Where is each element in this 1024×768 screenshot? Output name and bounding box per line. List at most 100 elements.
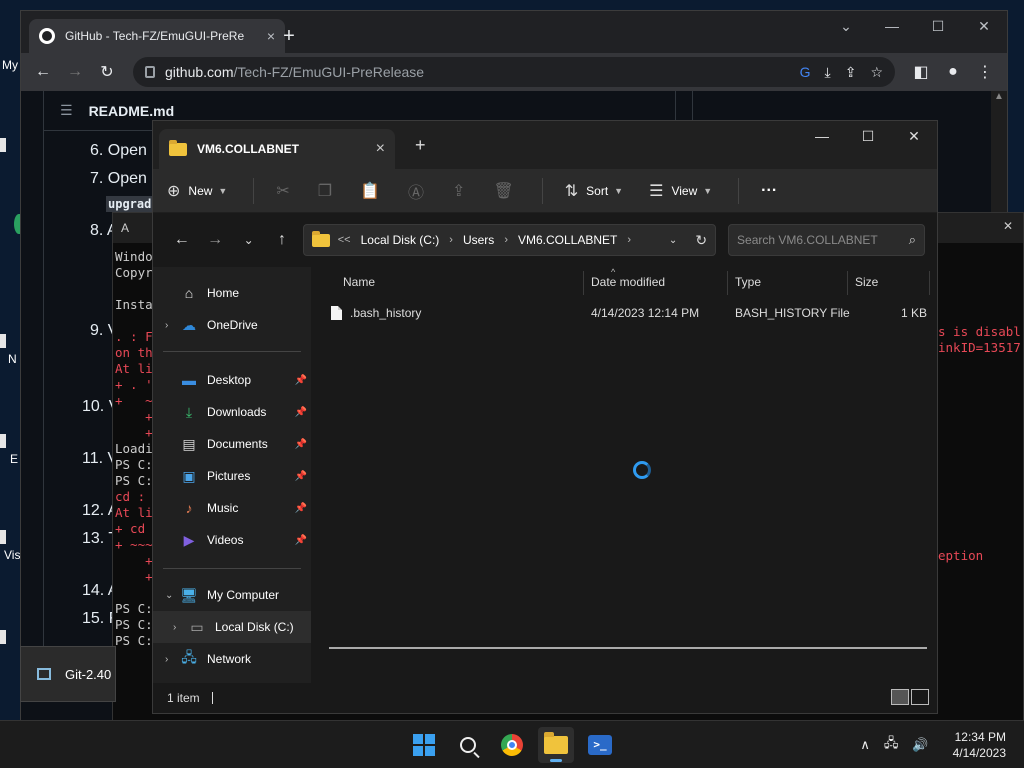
- pin-icon[interactable]: 📌: [295, 407, 307, 418]
- pin-icon[interactable]: 📌: [295, 375, 307, 386]
- close-icon[interactable]: ✕: [993, 219, 1023, 233]
- google-icon[interactable]: G: [800, 64, 811, 81]
- search-box[interactable]: ⌕: [728, 224, 926, 256]
- nav-item-onedrive[interactable]: › ☁ OneDrive: [153, 309, 311, 341]
- column-divider[interactable]: [583, 271, 584, 295]
- maximize-icon[interactable]: ☐: [845, 121, 891, 151]
- nav-item-network[interactable]: › 🖧 Network: [153, 643, 311, 675]
- column-divider[interactable]: [727, 271, 728, 295]
- desktop-shortcut-icon[interactable]: [0, 138, 20, 152]
- horizontal-scrollbar[interactable]: [329, 647, 927, 649]
- chevron-right-icon[interactable]: ›: [627, 234, 631, 246]
- chevron-down-icon[interactable]: ⌄: [669, 235, 677, 246]
- maximize-icon[interactable]: ☐: [915, 11, 961, 41]
- taskbar-file-explorer[interactable]: [538, 727, 574, 763]
- close-icon[interactable]: ✕: [891, 121, 937, 151]
- collapse-icon[interactable]: ⌄: [165, 590, 179, 601]
- column-name[interactable]: Name: [343, 275, 375, 289]
- back-icon[interactable]: ←: [27, 63, 59, 81]
- paste-icon[interactable]: 📋: [360, 181, 380, 201]
- chevron-right-icon[interactable]: ›: [449, 234, 453, 246]
- profile-icon[interactable]: ●: [937, 63, 969, 81]
- side-panel-icon[interactable]: ◧: [905, 62, 937, 82]
- pin-icon[interactable]: 📌: [295, 535, 307, 546]
- nav-item-documents[interactable]: ▤ Documents 📌: [153, 428, 311, 460]
- chevron-up-icon[interactable]: ∧: [860, 737, 870, 753]
- up-icon[interactable]: ↑: [265, 231, 298, 249]
- delete-icon[interactable]: 🗑: [493, 181, 513, 201]
- new-button[interactable]: ⊕ New ▼: [167, 181, 227, 201]
- search-icon[interactable]: ⌕: [909, 232, 916, 248]
- breadcrumb-local-disk[interactable]: Local Disk (C:): [361, 233, 440, 247]
- chrome-tab-github[interactable]: GitHub - Tech-FZ/EmuGUI-PreRe ×: [29, 19, 285, 53]
- forward-icon[interactable]: →: [198, 231, 231, 249]
- nav-item-videos[interactable]: ▶ Videos 📌: [153, 524, 311, 556]
- expand-icon[interactable]: ›: [165, 320, 179, 331]
- forward-icon[interactable]: →: [59, 63, 91, 81]
- close-icon[interactable]: ✕: [961, 11, 1007, 41]
- taskbar-powershell[interactable]: >_: [582, 727, 618, 763]
- sort-button[interactable]: ⇅ Sort ▼: [565, 181, 623, 201]
- table-row[interactable]: .bash_history 4/14/2023 12:14 PM BASH_HI…: [325, 301, 927, 325]
- lock-icon[interactable]: [145, 66, 155, 78]
- nav-item-home[interactable]: ⌂ Home: [153, 277, 311, 309]
- details-view-icon[interactable]: [891, 689, 909, 705]
- nav-item-local-disk[interactable]: › ▭ Local Disk (C:): [153, 611, 311, 643]
- install-icon[interactable]: ⤓: [825, 64, 831, 81]
- close-tab-icon[interactable]: ×: [376, 140, 385, 158]
- chrome-menu-icon[interactable]: ⋮: [969, 62, 1001, 82]
- taskbar-chrome[interactable]: [494, 727, 530, 763]
- nav-item-downloads[interactable]: ⤓ Downloads 📌: [153, 396, 311, 428]
- network-icon[interactable]: 🖧: [884, 734, 899, 756]
- share-icon[interactable]: ⇪: [452, 181, 465, 201]
- breadcrumb-overflow[interactable]: <<: [338, 234, 351, 246]
- address-bar[interactable]: github.com /Tech-FZ/EmuGUI-PreRelease G …: [133, 57, 895, 87]
- desktop-shortcut-icon[interactable]: [0, 434, 20, 448]
- refresh-icon[interactable]: ↻: [695, 232, 707, 249]
- column-size[interactable]: Size: [855, 275, 878, 289]
- new-tab-button[interactable]: +: [277, 25, 301, 48]
- chevron-right-icon[interactable]: ›: [504, 234, 508, 246]
- nav-item-pictures[interactable]: ▣ Pictures 📌: [153, 460, 311, 492]
- outline-list-icon[interactable]: ☰: [60, 102, 73, 119]
- explorer-tab[interactable]: VM6.COLLABNET ×: [159, 129, 395, 169]
- minimize-icon[interactable]: —: [869, 11, 915, 41]
- expand-icon[interactable]: ›: [165, 654, 179, 665]
- rename-icon[interactable]: Ⓐ: [408, 179, 424, 203]
- clock[interactable]: 12:34 PM 4/14/2023: [953, 729, 1006, 761]
- copy-icon[interactable]: ❐: [318, 181, 332, 201]
- desktop-shortcut-icon[interactable]: [0, 630, 20, 644]
- back-icon[interactable]: ←: [165, 231, 198, 249]
- tab-search-icon[interactable]: ⌄: [823, 11, 869, 41]
- expand-icon[interactable]: ›: [173, 622, 187, 633]
- git-installer-preview[interactable]: Git-2.40: [20, 646, 116, 702]
- view-button[interactable]: ☰ View ▼: [649, 181, 712, 201]
- nav-item-my-computer[interactable]: ⌄ 🖥 My Computer: [153, 579, 311, 611]
- desktop-shortcut-icon[interactable]: [0, 530, 20, 544]
- tiles-view-icon[interactable]: [911, 689, 929, 705]
- pin-icon[interactable]: 📌: [295, 471, 307, 482]
- address-bar[interactable]: << Local Disk (C:) › Users › VM6.COLLABN…: [302, 224, 717, 256]
- cut-icon[interactable]: ✂: [276, 181, 289, 201]
- more-options-button[interactable]: ···: [761, 182, 777, 200]
- close-tab-icon[interactable]: ×: [267, 28, 275, 44]
- column-divider[interactable]: [929, 271, 930, 295]
- column-date-modified[interactable]: Date modified: [591, 275, 665, 289]
- nav-item-desktop[interactable]: ▬ Desktop 📌: [153, 364, 311, 396]
- breadcrumb-vm6-collabnet[interactable]: VM6.COLLABNET: [518, 233, 617, 247]
- pin-icon[interactable]: 📌: [295, 439, 307, 450]
- volume-icon[interactable]: 🔊: [912, 737, 928, 753]
- scroll-up-icon[interactable]: ▲: [991, 91, 1007, 102]
- bookmark-star-icon[interactable]: ☆: [870, 64, 883, 81]
- taskbar-search-button[interactable]: [450, 727, 486, 763]
- minimize-icon[interactable]: —: [799, 121, 845, 151]
- start-button[interactable]: [406, 727, 442, 763]
- reload-icon[interactable]: ↻: [91, 62, 123, 82]
- breadcrumb-users[interactable]: Users: [463, 233, 494, 247]
- column-type[interactable]: Type: [735, 275, 761, 289]
- nav-item-music[interactable]: ♪ Music 📌: [153, 492, 311, 524]
- search-input[interactable]: [737, 233, 909, 247]
- desktop-shortcut-icon[interactable]: [0, 334, 20, 348]
- recent-locations-icon[interactable]: ⌄: [232, 233, 265, 247]
- new-tab-button[interactable]: +: [415, 135, 426, 156]
